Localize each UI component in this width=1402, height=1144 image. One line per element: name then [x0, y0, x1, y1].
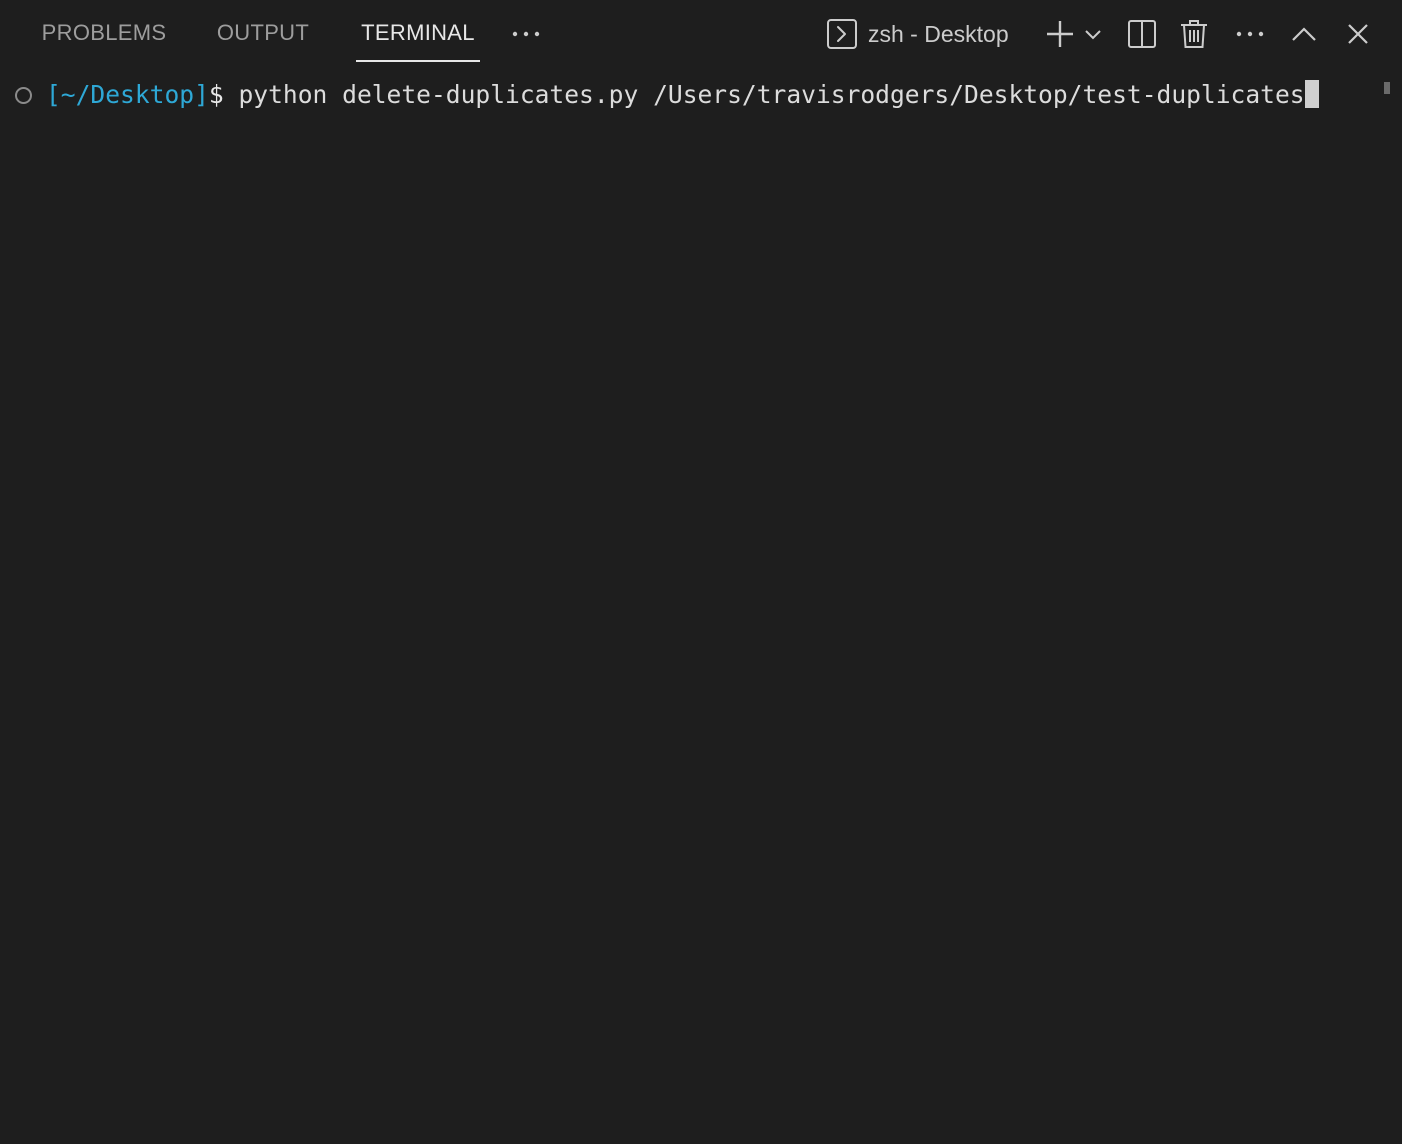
- ellipsis-icon: [1236, 31, 1264, 37]
- chevron-up-icon: [1292, 27, 1316, 41]
- terminal-instance-label: zsh - Desktop: [868, 20, 1009, 47]
- command-text: python delete-duplicates.py /Users/travi…: [223, 80, 1305, 109]
- terminal-command-line: [~/Desktop]$ python delete-duplicates.py…: [46, 78, 1319, 112]
- launch-profile-button[interactable]: [1080, 14, 1106, 54]
- terminal-body[interactable]: [~/Desktop]$ python delete-duplicates.py…: [0, 66, 1402, 1144]
- terminal-more-actions-button[interactable]: [1230, 14, 1270, 54]
- new-terminal-button[interactable]: [1040, 14, 1080, 54]
- circle-icon[interactable]: [15, 87, 32, 104]
- maximize-panel-button[interactable]: [1284, 14, 1324, 54]
- terminal-icon: [827, 19, 857, 49]
- scrollbar-thumb[interactable]: [1384, 82, 1390, 94]
- more-tabs-button[interactable]: [506, 16, 546, 52]
- ellipsis-icon: [512, 31, 540, 37]
- tab-terminal[interactable]: TERMINAL: [356, 0, 480, 66]
- split-icon: [1128, 20, 1156, 48]
- plus-icon: [1047, 21, 1073, 47]
- kill-terminal-button[interactable]: [1174, 14, 1214, 54]
- chevron-down-icon: [1085, 30, 1101, 40]
- text-cursor: [1304, 80, 1319, 108]
- tab-output[interactable]: OUTPUT: [210, 0, 316, 66]
- trash-icon: [1181, 20, 1207, 48]
- terminal-instance-selector[interactable]: zsh - Desktop: [826, 14, 1009, 54]
- close-icon: [1348, 24, 1368, 44]
- panel-header: PROBLEMS OUTPUT TERMINAL zsh - Desktop: [0, 0, 1402, 66]
- split-terminal-button[interactable]: [1122, 14, 1162, 54]
- tab-problems[interactable]: PROBLEMS: [36, 0, 172, 66]
- close-panel-button[interactable]: [1338, 14, 1378, 54]
- prompt-path: [~/Desktop]: [46, 80, 209, 109]
- prompt-symbol: $: [208, 80, 224, 109]
